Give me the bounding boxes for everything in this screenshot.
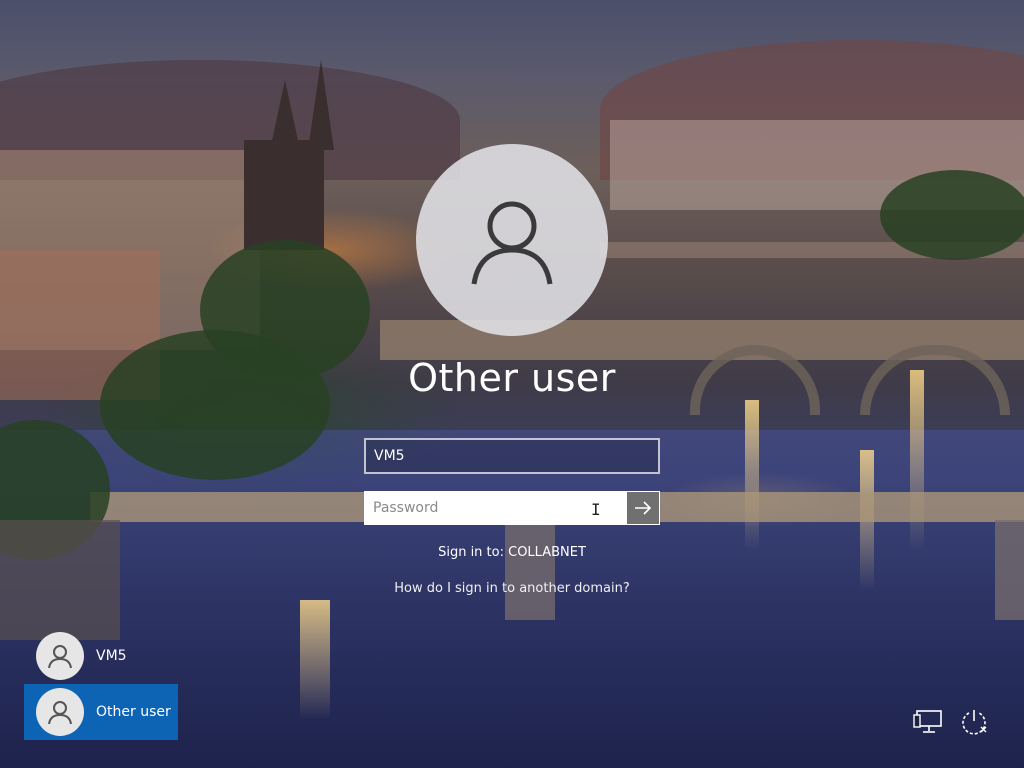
other-domain-link[interactable]: How do I sign in to another domain? xyxy=(312,581,712,596)
power-button[interactable] xyxy=(956,704,992,740)
tree-shape xyxy=(880,170,1024,260)
tile-avatar xyxy=(36,688,84,736)
submit-arrow-button[interactable] xyxy=(627,492,659,524)
username-field[interactable]: VM5 xyxy=(364,438,660,474)
text-cursor-icon: I xyxy=(591,500,601,519)
tower-shape xyxy=(244,140,324,250)
tile-avatar xyxy=(36,632,84,680)
user-display-name: Other user xyxy=(408,356,616,400)
light-reflection xyxy=(300,600,330,720)
user-tile-vm5[interactable]: VM5 xyxy=(24,628,178,684)
password-input[interactable] xyxy=(365,492,627,524)
network-button[interactable] xyxy=(910,704,946,740)
password-box: I xyxy=(364,491,660,525)
arrow-right-icon xyxy=(635,501,652,515)
bridge-pillar xyxy=(995,520,1024,620)
user-silhouette-icon xyxy=(48,701,72,725)
user-silhouette-icon xyxy=(471,201,553,285)
user-tile-label: VM5 xyxy=(96,648,127,664)
lock-screen: Other user VM5 I Sign in to: COLLABNET H… xyxy=(0,0,1024,768)
sign-in-domain-text: Sign in to: COLLABNET xyxy=(438,545,586,560)
power-icon xyxy=(962,710,987,735)
user-avatar xyxy=(416,144,608,336)
user-tile-label: Other user xyxy=(96,704,171,720)
bridge-pillar xyxy=(505,520,555,620)
light-reflection xyxy=(745,400,759,550)
user-silhouette-icon xyxy=(48,645,72,669)
user-tile-other-user[interactable]: Other user xyxy=(24,684,178,740)
network-icon xyxy=(913,710,942,733)
building-shape xyxy=(0,520,120,640)
